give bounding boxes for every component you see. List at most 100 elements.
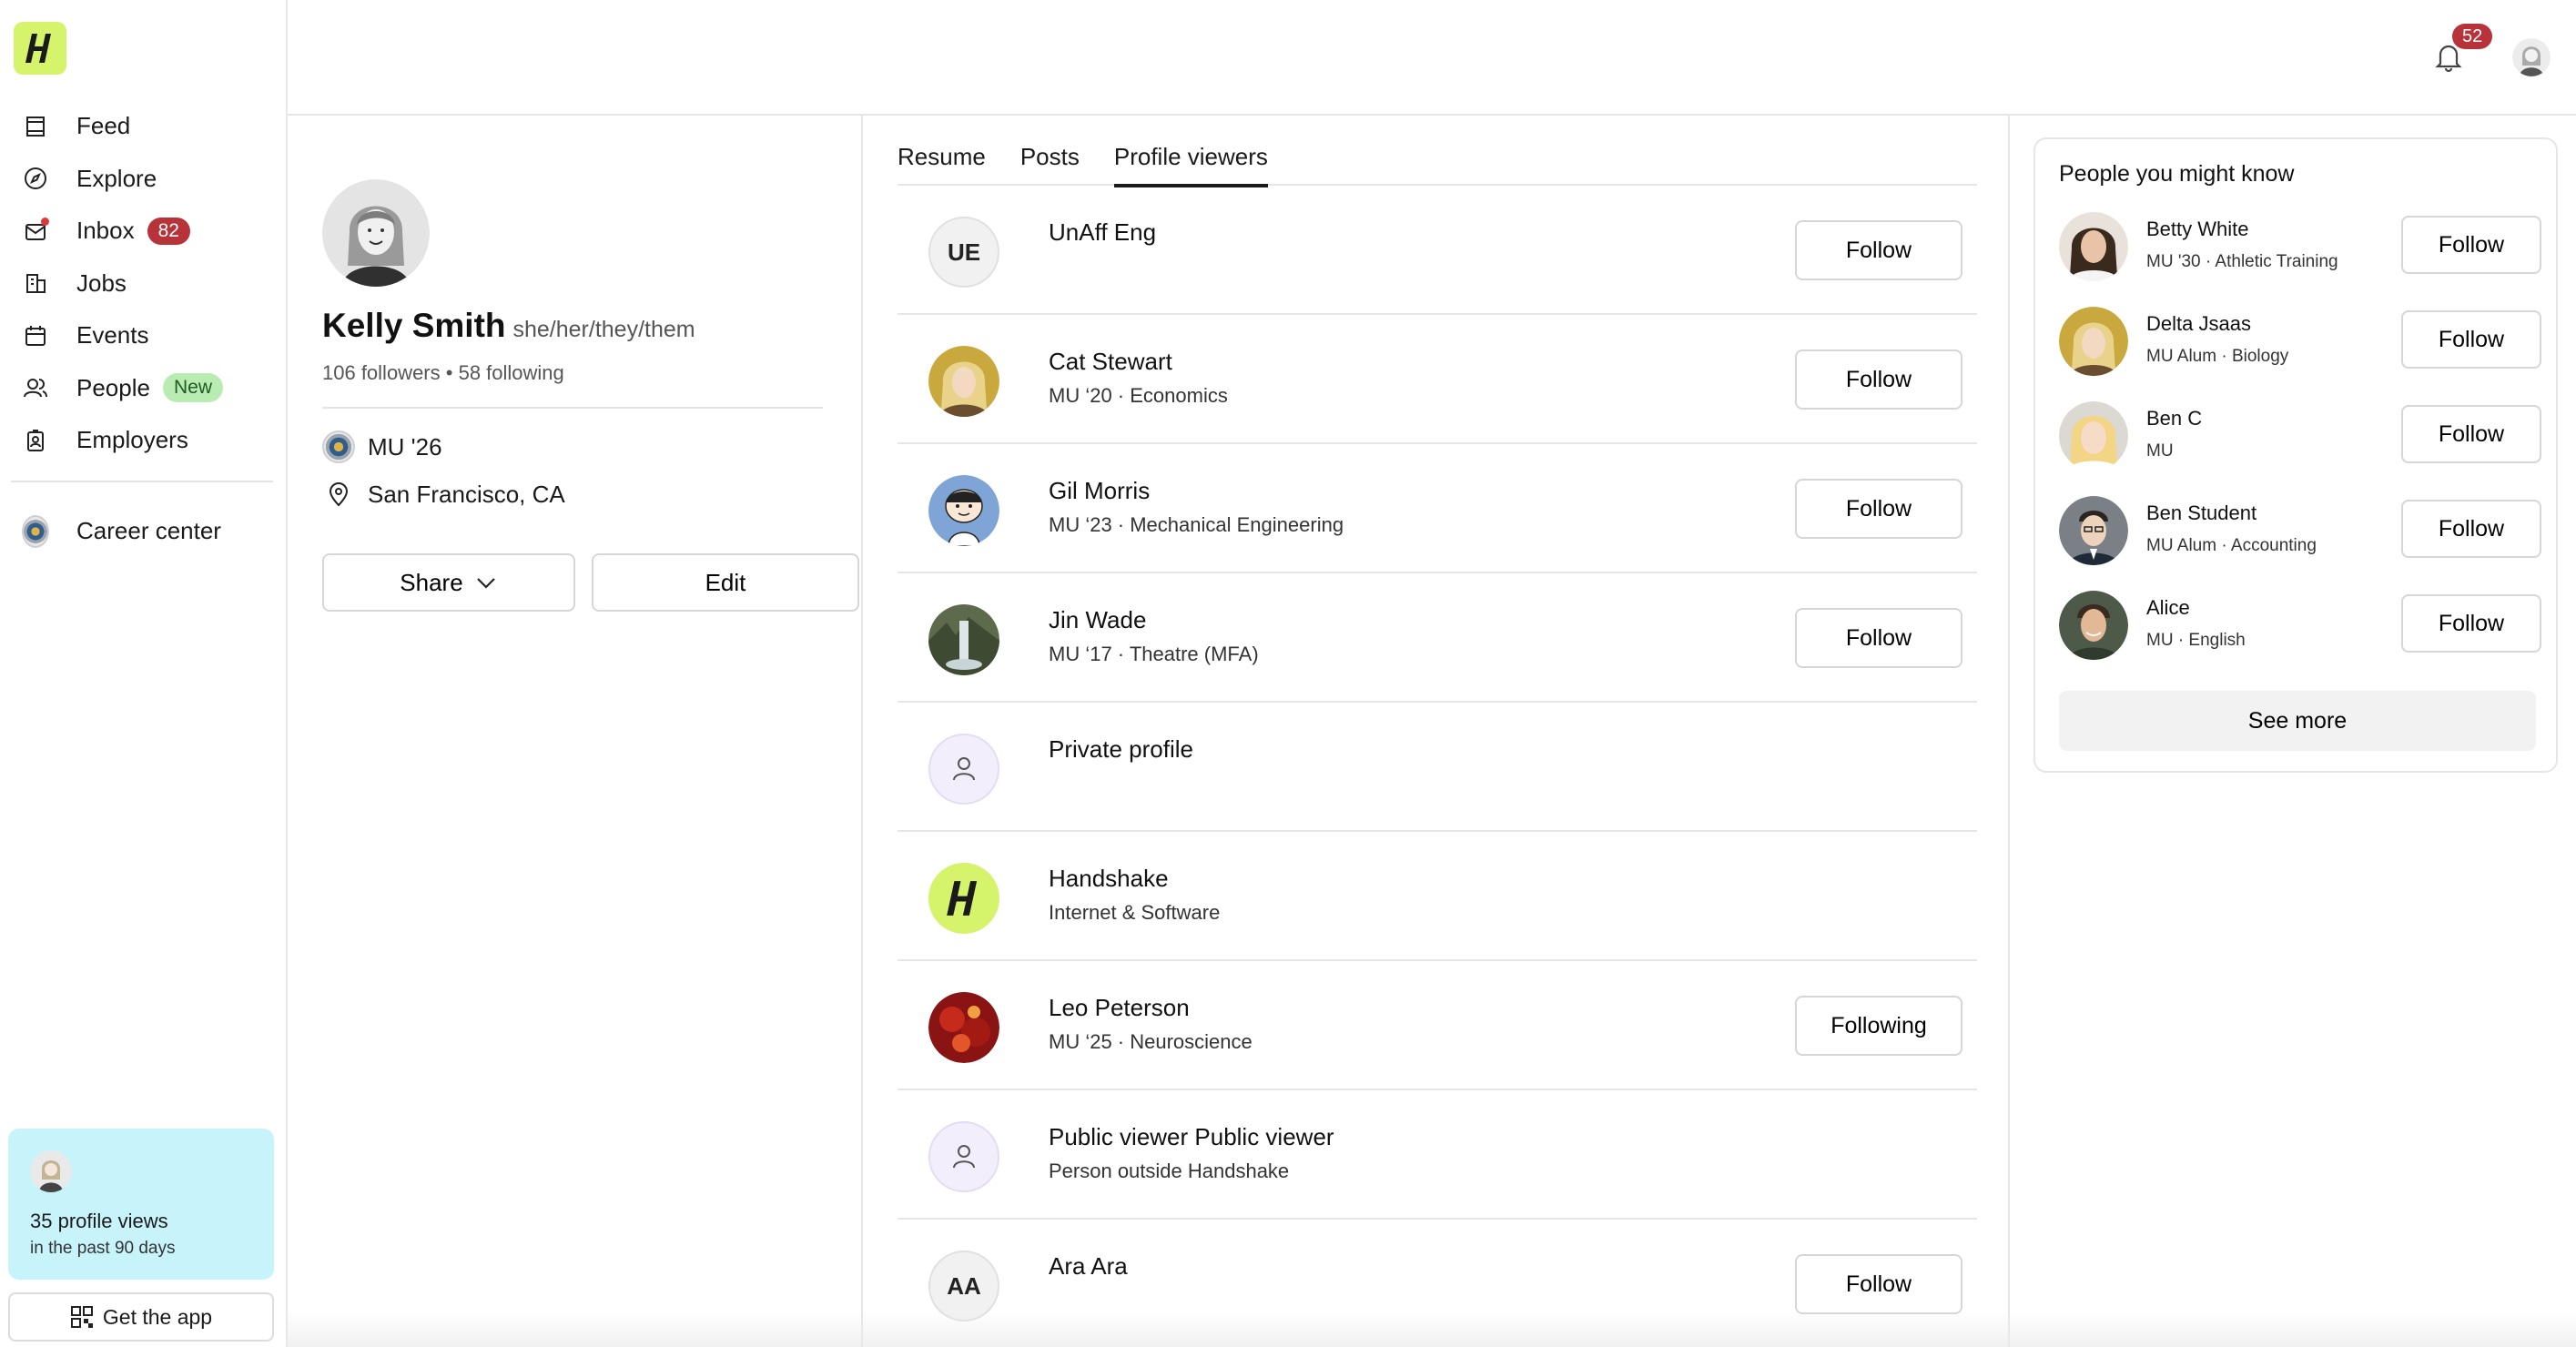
- viewer-subtitle: Internet & Software: [1049, 901, 1221, 924]
- tab-resume[interactable]: Resume: [898, 116, 986, 186]
- share-button[interactable]: Share: [322, 553, 575, 612]
- inbox-icon: [22, 217, 49, 245]
- avatar: [2059, 401, 2128, 471]
- following-button[interactable]: Following: [1795, 996, 1962, 1056]
- sidebar-item-label: Events: [76, 321, 149, 349]
- profile-views-count: 35 profile views: [30, 1210, 168, 1232]
- follow-button[interactable]: Follow: [2401, 216, 2541, 274]
- viewer-row[interactable]: Private profile: [898, 703, 1977, 832]
- following-link[interactable]: 58 following: [459, 361, 564, 384]
- viewer-name: Cat Stewart: [1049, 348, 1172, 375]
- profile-name-row: Kelly Smith she/her/they/them: [322, 307, 695, 345]
- see-more-button[interactable]: See more: [2059, 691, 2536, 751]
- person-icon: [953, 757, 975, 781]
- suggested-person[interactable]: Alice MU · English Follow: [2059, 589, 2541, 665]
- follow-button[interactable]: Follow: [2401, 500, 2541, 558]
- viewer-row[interactable]: Handshake Internet & Software: [898, 832, 1977, 961]
- viewer-row[interactable]: Cat Stewart MU ‘20 · Economics Follow: [898, 315, 1977, 444]
- follow-button[interactable]: Follow: [2401, 405, 2541, 463]
- viewer-row[interactable]: Leo Peterson MU ‘25 · Neuroscience Follo…: [898, 961, 1977, 1090]
- viewer-row[interactable]: Gil Morris MU ‘23 · Mechanical Engineeri…: [898, 444, 1977, 573]
- follow-button[interactable]: Follow: [1795, 608, 1962, 668]
- handshake-logo-icon: [947, 881, 978, 916]
- suggested-person[interactable]: Betty White MU '30 · Athletic Training F…: [2059, 210, 2541, 287]
- sidebar-item-jobs[interactable]: Jobs: [11, 258, 275, 310]
- get-app-label: Get the app: [102, 1304, 213, 1329]
- sidebar-item-employers[interactable]: Employers: [11, 414, 275, 467]
- follow-button[interactable]: Follow: [1795, 220, 1962, 280]
- suggested-person[interactable]: Ben Student MU Alum · Accounting Follow: [2059, 494, 2541, 571]
- viewer-name: Jin Wade: [1049, 606, 1147, 633]
- sidebar-divider: [11, 481, 273, 482]
- handshake-logo[interactable]: [14, 22, 66, 75]
- sidebar-item-label: Jobs: [76, 268, 127, 297]
- get-app-button[interactable]: Get the app: [8, 1292, 274, 1342]
- card-title: People you might know: [2059, 161, 2295, 187]
- sidebar-item-inbox[interactable]: Inbox 82: [11, 205, 275, 258]
- avatar: [928, 863, 999, 934]
- separator-dot: •: [445, 361, 453, 384]
- follow-button[interactable]: Follow: [1795, 1254, 1962, 1314]
- sidebar-item-events[interactable]: Events: [11, 309, 275, 362]
- person-subtitle: MU Alum · Accounting: [2146, 536, 2317, 555]
- viewer-name: Public viewer Public viewer: [1049, 1123, 1334, 1150]
- tab-posts[interactable]: Posts: [1020, 116, 1080, 186]
- new-badge: New: [162, 373, 223, 403]
- person-subtitle: MU '30 · Athletic Training: [2146, 252, 2338, 271]
- viewer-row[interactable]: Public viewer Public viewer Person outsi…: [898, 1090, 1977, 1220]
- viewer-name: Handshake: [1049, 865, 1169, 892]
- share-label: Share: [400, 568, 463, 596]
- location-label: San Francisco, CA: [368, 480, 565, 508]
- person-icon: [953, 1145, 975, 1169]
- profile-divider: [322, 407, 823, 409]
- profile-views-card[interactable]: 35 profile views in the past 90 days: [8, 1129, 274, 1280]
- viewer-subtitle: MU ‘20 · Economics: [1049, 384, 1228, 407]
- viewer-row[interactable]: UE UnAff Eng Follow: [898, 186, 1977, 315]
- sidebar-item-explore[interactable]: Explore: [11, 153, 275, 206]
- follow-button[interactable]: Follow: [2401, 594, 2541, 653]
- avatar: [30, 1150, 72, 1192]
- sidebar-item-label: Inbox: [76, 217, 135, 245]
- avatar: [2059, 307, 2128, 376]
- person-subtitle: MU Alum · Biology: [2146, 347, 2289, 366]
- sidebar-item-people[interactable]: People New: [11, 362, 275, 415]
- followers-link[interactable]: 106 followers: [322, 361, 441, 384]
- profile-panel: Kelly Smith she/her/they/them 106 follow…: [288, 116, 863, 1347]
- sidebar-nav: Feed Explore Inbox 82 Jobs Events People…: [11, 100, 275, 467]
- viewer-name: Gil Morris: [1049, 477, 1151, 504]
- tab-profile-viewers[interactable]: Profile viewers: [1113, 116, 1268, 187]
- person-name: Alice: [2146, 596, 2190, 619]
- viewer-subtitle: MU ‘25 · Neuroscience: [1049, 1030, 1253, 1053]
- viewer-row[interactable]: Jin Wade MU ‘17 · Theatre (MFA) Follow: [898, 573, 1977, 703]
- sidebar-item-label: Employers: [76, 426, 188, 454]
- viewer-row[interactable]: AA Ara Ara Follow: [898, 1220, 1977, 1347]
- top-bar: [288, 0, 2576, 116]
- building-icon: [22, 269, 49, 297]
- school-label: MU '26: [368, 432, 442, 461]
- profile-views-period: in the past 90 days: [30, 1239, 176, 1258]
- avatar: [928, 346, 999, 417]
- location-row: San Francisco, CA: [322, 478, 565, 511]
- sidebar-item-label: Feed: [76, 112, 131, 140]
- edit-button[interactable]: Edit: [592, 553, 859, 612]
- user-avatar[interactable]: [2512, 38, 2551, 76]
- profile-avatar[interactable]: [322, 179, 430, 287]
- inbox-count-badge: 82: [147, 217, 190, 245]
- suggested-person[interactable]: Delta Jsaas MU Alum · Biology Follow: [2059, 305, 2541, 381]
- person-name: Betty White: [2146, 218, 2249, 240]
- sidebar-item-career-center[interactable]: Career center: [11, 505, 275, 558]
- profile-tabs: Resume Posts Profile viewers: [898, 116, 1977, 187]
- profile-pronouns: she/her/they/them: [512, 317, 695, 342]
- avatar: UE: [928, 217, 999, 288]
- follow-button[interactable]: Follow: [2401, 310, 2541, 369]
- person-name: Ben Student: [2146, 501, 2257, 524]
- suggested-person[interactable]: Ben C MU Follow: [2059, 400, 2541, 476]
- follow-button[interactable]: Follow: [1795, 479, 1962, 539]
- profile-name: Kelly Smith: [322, 307, 506, 344]
- sidebar-item-feed[interactable]: Feed: [11, 100, 275, 153]
- calendar-icon: [22, 322, 49, 349]
- person-subtitle: MU: [2146, 441, 2174, 461]
- viewer-name: Ara Ara: [1049, 1252, 1128, 1280]
- viewer-list: UE UnAff Eng Follow Cat Stewart MU ‘20 ·…: [898, 186, 1977, 1347]
- follow-button[interactable]: Follow: [1795, 349, 1962, 410]
